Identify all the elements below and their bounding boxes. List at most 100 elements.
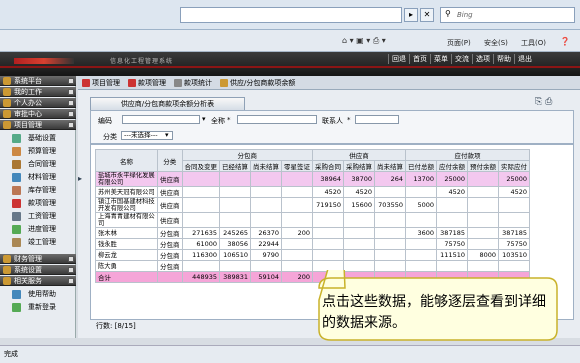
nav-exchange[interactable]: 交流 <box>451 54 472 64</box>
nav-help[interactable]: 帮助 <box>493 54 514 64</box>
menu-page[interactable]: 页面(P) <box>447 38 471 48</box>
cell-name[interactable]: 陈大勇 <box>95 260 158 272</box>
toggle-icon[interactable] <box>68 78 74 84</box>
col-sub-header[interactable]: 实际应付 <box>498 160 530 172</box>
cell-value[interactable] <box>281 260 313 272</box>
cell-value[interactable] <box>181 186 220 198</box>
report-tab[interactable]: 供应商/分包商款项余额分析表 <box>90 97 245 110</box>
col-category[interactable]: 分类 <box>157 149 183 172</box>
cell-name[interactable]: 镇江市国基建材科技开发有限公司 <box>95 197 158 213</box>
cell-value[interactable] <box>374 212 406 228</box>
cell-value[interactable]: 25000 <box>498 171 530 187</box>
nav-back[interactable]: 回退 <box>388 54 409 64</box>
cell-value[interactable]: 4520 <box>312 186 344 198</box>
cell-value[interactable] <box>405 212 437 228</box>
cell-value[interactable]: 200 <box>281 227 313 239</box>
nav-home[interactable]: 首页 <box>409 54 430 64</box>
cell-value[interactable] <box>312 249 344 261</box>
sidebar-item-contract[interactable]: 合同管理 <box>12 158 56 170</box>
cell-value[interactable] <box>467 238 499 250</box>
cell-value[interactable] <box>436 212 468 228</box>
cell-name[interactable]: 张木林 <box>95 227 158 239</box>
nav-menu[interactable]: 菜单 <box>430 54 451 64</box>
cell-value[interactable] <box>436 197 468 213</box>
col-sub-header[interactable]: 尚未结算 <box>374 160 406 172</box>
close-icon[interactable]: ✕ <box>420 8 434 22</box>
sidebar-group-settings[interactable]: 系统设置 <box>0 265 76 275</box>
cell-value[interactable] <box>219 186 251 198</box>
cell-value[interactable] <box>219 212 251 228</box>
cell-value[interactable] <box>219 197 251 213</box>
sidebar-group-approval[interactable]: 审批中心 <box>0 109 76 119</box>
cell-value[interactable]: 271635 <box>181 227 220 239</box>
table-row[interactable]: 张木林 分包商 271635 245265 26370 200 3600 387185 3871… <box>95 227 530 239</box>
table-row[interactable]: 镇江市国基建材科技开发有限公司 供应商 719150 15600 703550 5000 <box>95 197 530 213</box>
search-icon[interactable]: ⚲ <box>445 9 451 18</box>
cell-value[interactable]: 116300 <box>181 249 220 261</box>
cell-value[interactable] <box>498 212 530 228</box>
dropdown-icon[interactable]: ▾ <box>202 115 206 123</box>
cell-value[interactable] <box>181 197 220 213</box>
cell-value[interactable] <box>467 186 499 198</box>
cell-value[interactable] <box>498 197 530 213</box>
cell-value[interactable]: 703550 <box>374 197 406 213</box>
sidebar-group-platform[interactable]: 系统平台 <box>0 76 76 86</box>
cell-value[interactable] <box>467 212 499 228</box>
cell-value[interactable]: 387185 <box>498 227 530 239</box>
col-sub-header[interactable]: 采购合同 <box>312 160 344 172</box>
tab-payment[interactable]: 款项管理 <box>128 78 166 88</box>
col-sub-header[interactable]: 已经结算 <box>219 160 251 172</box>
cell-name[interactable]: 钱永胜 <box>95 238 158 250</box>
table-row[interactable]: 上海青青建材有限公司 供应商 <box>95 212 530 228</box>
col-sub-header[interactable]: 应付余额 <box>436 160 468 172</box>
cell-value[interactable]: 719150 <box>312 197 344 213</box>
toggle-icon[interactable] <box>68 100 74 106</box>
cell-value[interactable]: 38056 <box>219 238 251 250</box>
cell-value[interactable]: 8000 <box>467 249 499 261</box>
cell-value[interactable] <box>281 171 313 187</box>
cell-value[interactable] <box>281 238 313 250</box>
cell-name[interactable]: 柳云龙 <box>95 249 158 261</box>
table-row[interactable]: 盐城市永平绿化发展有限公司 供应商 38964 38700 264 13700 25000 2… <box>95 171 530 187</box>
cell-value[interactable] <box>374 186 406 198</box>
cell-value[interactable]: 4520 <box>343 186 375 198</box>
col-sub-header[interactable]: 尚未结算 <box>250 160 282 172</box>
cell-value[interactable] <box>312 212 344 228</box>
go-icon[interactable]: ▸ <box>404 8 418 22</box>
cell-value[interactable] <box>374 249 406 261</box>
cell-value[interactable] <box>181 260 220 272</box>
search-input[interactable]: Bing <box>440 7 575 23</box>
cell-value[interactable] <box>250 212 282 228</box>
cell-value[interactable]: 38964 <box>312 171 344 187</box>
menu-safety[interactable]: 安全(S) <box>484 38 508 48</box>
cell-value[interactable] <box>219 260 251 272</box>
cell-value[interactable] <box>343 249 375 261</box>
cell-value[interactable]: 25000 <box>436 171 468 187</box>
toggle-icon[interactable] <box>68 278 74 284</box>
cell-value[interactable] <box>281 197 313 213</box>
toggle-icon[interactable] <box>68 89 74 95</box>
tab-project[interactable]: 项目管理 <box>82 78 120 88</box>
cell-value[interactable]: 22944 <box>250 238 282 250</box>
sidebar-group-work[interactable]: 我的工作 <box>0 87 76 97</box>
cell-value[interactable] <box>467 227 499 239</box>
cell-value[interactable]: 111510 <box>436 249 468 261</box>
cell-value[interactable] <box>405 238 437 250</box>
help-icon[interactable]: ❓ <box>560 37 570 46</box>
col-sub-header[interactable]: 合同及变更 <box>181 160 220 172</box>
table-row[interactable]: 钱永胜 分包商 61000 38056 22944 75750 75750 <box>95 238 530 250</box>
sidebar-item-basic[interactable]: 基础设置 <box>12 132 56 144</box>
code-input[interactable] <box>122 115 200 124</box>
print-icon[interactable]: ⎙ <box>545 97 552 107</box>
sidebar-item-help[interactable]: 使用帮助 <box>12 288 56 300</box>
cell-value[interactable] <box>281 186 313 198</box>
col-sub-header[interactable]: 采购结算 <box>343 160 375 172</box>
col-sub-header[interactable]: 预付余额 <box>467 160 499 172</box>
cell-value[interactable]: 15600 <box>343 197 375 213</box>
cell-value[interactable]: 75750 <box>498 238 530 250</box>
cell-value[interactable] <box>250 171 282 187</box>
cell-value[interactable] <box>343 238 375 250</box>
url-input[interactable] <box>180 7 402 23</box>
col-name[interactable]: 名称 <box>95 149 158 172</box>
cell-value[interactable]: 103510 <box>498 249 530 261</box>
